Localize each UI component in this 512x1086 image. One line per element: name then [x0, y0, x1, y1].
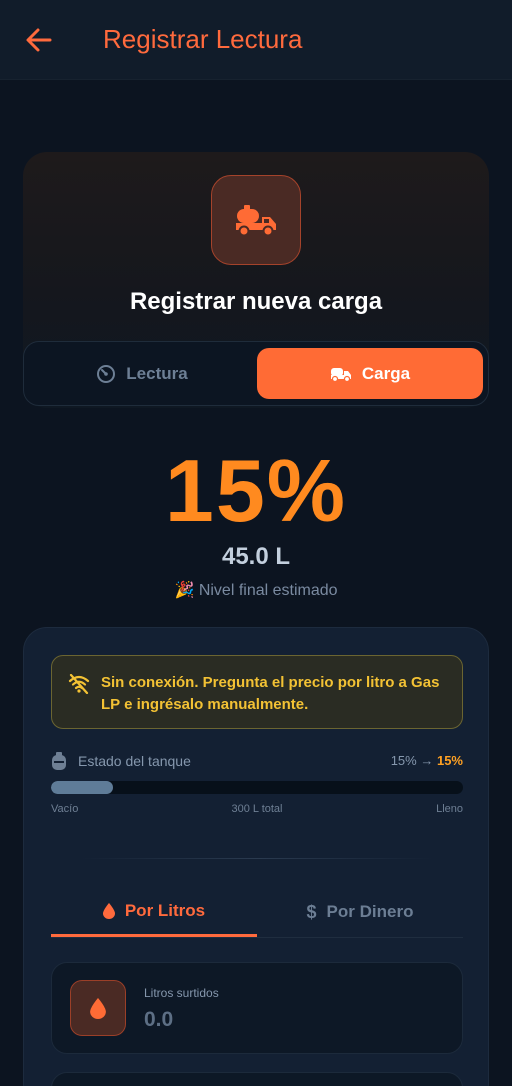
toggle-lectura[interactable]: Lectura	[30, 348, 254, 399]
tank-from-percent: 15%	[390, 753, 417, 768]
drop-icon	[90, 997, 106, 1019]
gauge-icon	[97, 364, 116, 383]
tank-truck-icon	[236, 205, 276, 237]
liters-icon-box	[70, 980, 126, 1036]
mode-toggle: Lectura Carga	[23, 341, 489, 406]
tank-arrow: →	[420, 753, 434, 768]
estimated-percent: 15%	[164, 441, 348, 540]
app-bar: Registrar Lectura	[0, 0, 512, 80]
estimated-caption: 🎉 Nivel final estimado	[174, 582, 338, 599]
tank-total-label: 300 L total	[231, 803, 283, 815]
offline-warning: Sin conexión. Pregunta el precio por lit…	[51, 655, 463, 729]
drop-icon	[102, 903, 115, 919]
dollar-icon: $	[306, 901, 317, 922]
liters-input-value[interactable]: 0.0	[144, 1008, 173, 1032]
offline-warning-text: Sin conexión. Pregunta el precio por lit…	[101, 674, 440, 713]
truck-icon	[330, 367, 351, 382]
tank-level-bar	[51, 781, 463, 794]
liters-input-card[interactable]: Litros surtidos 0.0	[51, 962, 463, 1054]
toggle-carga[interactable]: Carga	[257, 348, 483, 399]
back-arrow-icon[interactable]	[24, 26, 54, 54]
tank-max-label: Lleno	[436, 803, 463, 815]
toggle-carga-label: Carga	[361, 363, 411, 383]
tank-to-percent: 15%	[436, 753, 463, 768]
tank-level-fill	[51, 781, 113, 794]
carga-form-card: Sin conexión. Pregunta el precio por lit…	[23, 627, 489, 1086]
tab-por-dinero-label: Por Dinero	[326, 902, 414, 921]
gas-tank-icon	[52, 752, 66, 770]
estimated-liters: 45.0 L	[221, 543, 291, 570]
liters-input-label: Litros surtidos	[144, 986, 219, 1000]
toggle-lectura-label: Lectura	[126, 363, 188, 383]
amount-mode-tabs: Por Litros $ Por Dinero	[51, 888, 463, 938]
hero-icon-box	[211, 175, 301, 265]
tank-status-row: Estado del tanque 15% → 15%	[51, 752, 463, 772]
tab-por-dinero[interactable]: $ Por Dinero	[257, 888, 463, 936]
page-title: Registrar Lectura	[103, 24, 303, 54]
section-divider	[81, 858, 433, 859]
wifi-off-icon	[68, 674, 90, 694]
tank-percent-change: 15% → 15%	[391, 753, 463, 768]
tank-status-label: Estado del tanque	[78, 753, 191, 769]
tab-por-litros[interactable]: Por Litros	[51, 888, 257, 937]
hero-title: Registrar nueva carga	[129, 288, 383, 315]
next-input-card[interactable]	[51, 1072, 463, 1086]
tab-por-litros-label: Por Litros	[124, 901, 206, 920]
